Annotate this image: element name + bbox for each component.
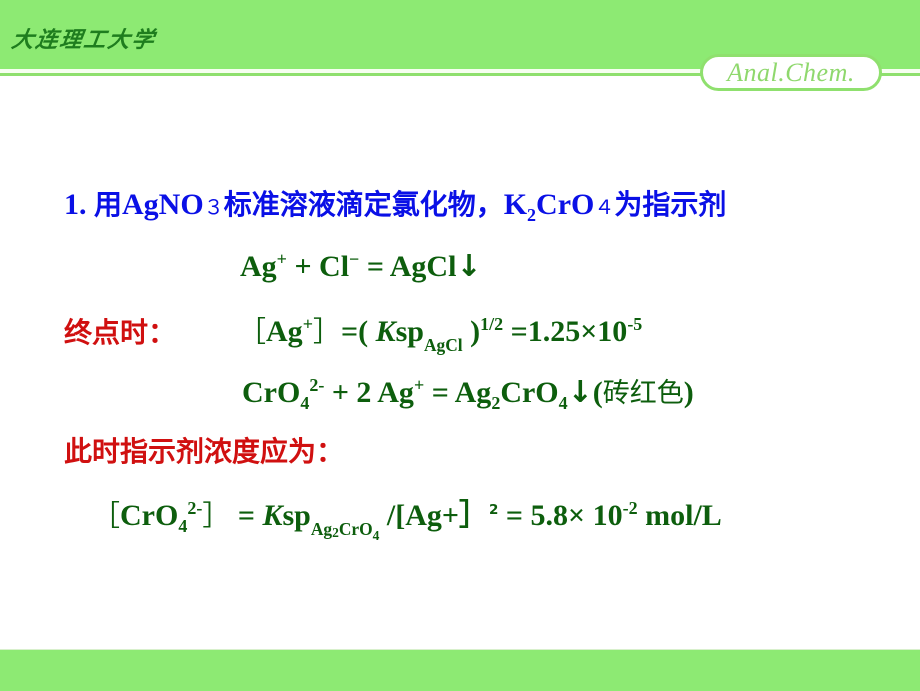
ag-ion-charge: + bbox=[302, 314, 313, 334]
endpoint-label: 终点时： bbox=[64, 316, 177, 349]
endpoint-exponent: -5 bbox=[627, 314, 643, 334]
plus-2ag: + 2 Ag bbox=[324, 376, 414, 409]
precipitation-equation: Ag+ + Cl− = AgCl↓ bbox=[240, 249, 482, 284]
eq-cl: + Cl bbox=[286, 250, 350, 283]
ksp-k: K bbox=[375, 315, 396, 348]
paren-close: ) bbox=[462, 315, 481, 348]
chromate-subscript: 4 bbox=[178, 516, 188, 536]
ksp-subscript-2: 2 bbox=[332, 525, 339, 541]
silver-chromate: CrO bbox=[500, 376, 559, 409]
reagent-formula: AgNO bbox=[122, 188, 204, 221]
equals-paren: =( bbox=[340, 315, 376, 348]
precipitate-arrow-icon: ↓ bbox=[456, 249, 482, 284]
footer-band bbox=[0, 649, 920, 691]
indicator-cro: CrO bbox=[536, 188, 595, 221]
precipitate-color: 砖红色 bbox=[602, 378, 684, 409]
bracket-open: ［ bbox=[92, 499, 121, 532]
chromate-equation: CrO42- + 2 Ag+ = Ag2CrO4↓(砖红色) bbox=[242, 371, 694, 413]
heading-text-use: 用 bbox=[94, 188, 123, 221]
anal-chem-label: Anal.Chem. bbox=[727, 57, 855, 87]
ksp-subscript-ag: Ag bbox=[310, 518, 333, 539]
ag-ion: Ag bbox=[266, 315, 303, 348]
ksp-subscript-cro: CrO bbox=[338, 518, 373, 539]
bracket-open: ［ bbox=[238, 315, 267, 348]
concentration-value: = 5.8× 10 bbox=[498, 499, 623, 532]
paren-open: ( bbox=[592, 376, 603, 409]
indicator-k-subscript: 2 bbox=[527, 205, 537, 225]
indicator-k: K bbox=[503, 188, 528, 221]
chromate: CrO bbox=[242, 376, 301, 409]
item-number: 1. bbox=[64, 188, 87, 221]
concentration-unit: mol/L bbox=[637, 499, 722, 532]
eq-product: = AgCl bbox=[359, 250, 457, 283]
eq-cl-charge: − bbox=[349, 249, 360, 269]
paren-close: ) bbox=[683, 376, 694, 409]
indicator-concentration-equation: ［CrO42-］ = KspAg2CrO4 /[Ag+］2 = 5.8× 10-… bbox=[92, 490, 722, 543]
ksp-k: K bbox=[262, 499, 283, 532]
ksp-subscript-agcl: AgCl bbox=[423, 334, 463, 355]
endpoint-value: =1.25×10 bbox=[503, 315, 628, 348]
reagent-subscript: ３ bbox=[203, 195, 224, 219]
bracket-close: ］ bbox=[202, 499, 231, 532]
chromate-charge: 2- bbox=[309, 375, 325, 395]
endpoint-equation: ［Ag+］=( KspAgCl )1/2 =1.25×10-5 bbox=[238, 310, 643, 355]
divide-ag: /[Ag+］ bbox=[379, 499, 490, 532]
university-logo-text: 大连理工大学 bbox=[9, 27, 158, 53]
concentration-exponent: -2 bbox=[622, 498, 638, 518]
heading-text-mid: 标准溶液滴定氯化物， bbox=[223, 188, 504, 221]
heading-text-end: 为指示剂 bbox=[614, 188, 727, 221]
ksp-sp: sp bbox=[395, 315, 424, 348]
anal-chem-badge: Anal.Chem. bbox=[700, 54, 882, 91]
eq-ag: Ag bbox=[240, 250, 277, 283]
square-exponent: 2 bbox=[489, 502, 499, 518]
ag-charge: + bbox=[413, 375, 425, 395]
equals-ag: = Ag bbox=[424, 376, 492, 409]
indicator-cro-subscript: ４ bbox=[594, 195, 615, 219]
ksp-subscript-4: 4 bbox=[372, 527, 380, 543]
eq-ag-charge: + bbox=[276, 249, 287, 269]
indicator-concentration-label: 此时指示剂浓度应为： bbox=[64, 435, 345, 468]
precipitate-arrow-icon: ↓ bbox=[567, 375, 593, 410]
power-half: 1/2 bbox=[480, 314, 504, 334]
titration-heading: 1. 用AgNO３标准溶液滴定氯化物，K2CrO４为指示剂 bbox=[64, 183, 727, 225]
ag-subscript: 2 bbox=[491, 393, 501, 413]
chromate: CrO bbox=[120, 499, 179, 532]
chromate-subscript: 4 bbox=[300, 393, 310, 413]
silver-chromate-subscript: 4 bbox=[558, 393, 568, 413]
equals: = bbox=[230, 499, 263, 532]
ksp-sp: sp bbox=[282, 499, 311, 532]
chromate-charge: 2- bbox=[187, 498, 203, 518]
bracket-close: ］ bbox=[312, 315, 341, 348]
